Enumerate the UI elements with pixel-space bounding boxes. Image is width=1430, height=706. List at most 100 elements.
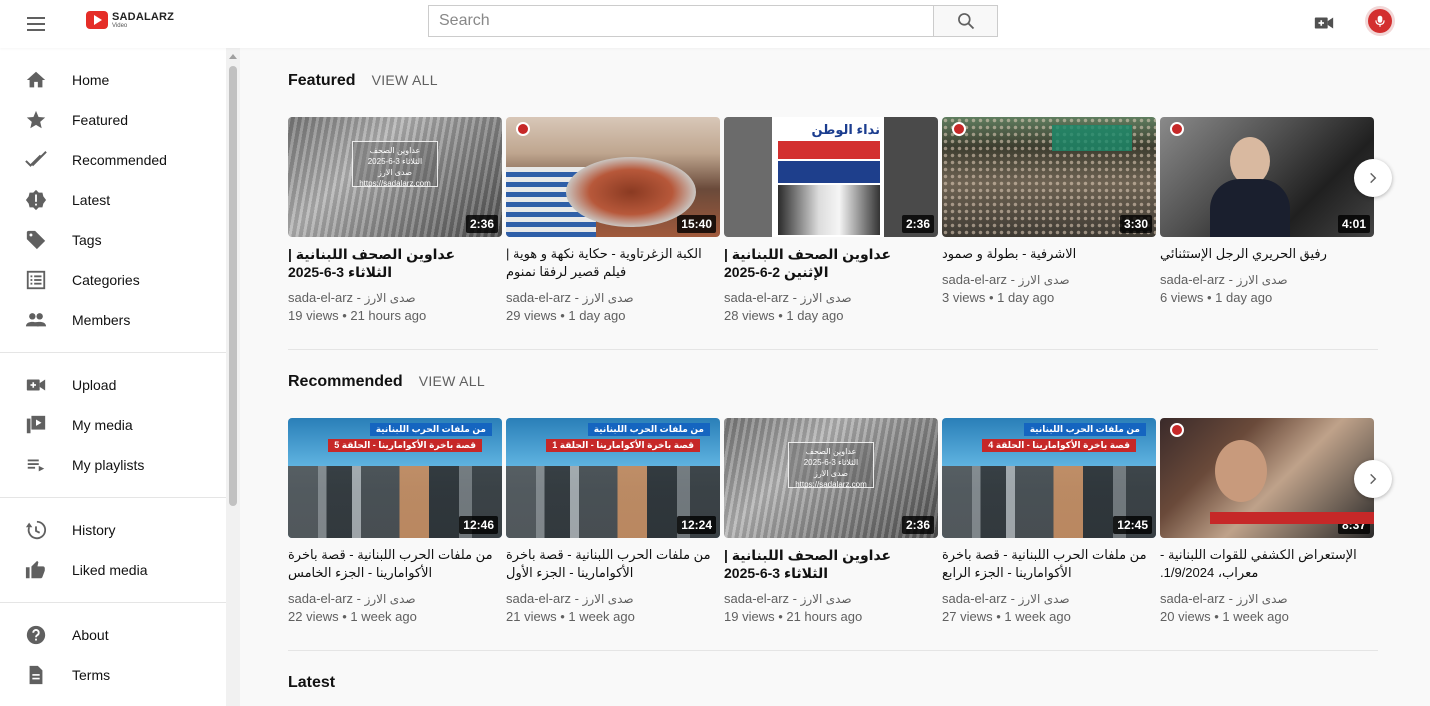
channel-name-ar: صدى الارز [1018, 592, 1070, 606]
video-card[interactable]: نداء الوطن 2:36 عداوين الصحف اللبنانية |… [724, 117, 938, 325]
channel-name[interactable]: sada-el-arz [724, 591, 789, 606]
sidebar-item-members[interactable]: Members [0, 300, 240, 340]
user-avatar[interactable] [1365, 6, 1395, 36]
sidebar-item-liked-media[interactable]: Liked media [0, 550, 240, 590]
video-thumbnail[interactable]: من ملفات الحرب اللبنانية قصة باخرة الأكو… [506, 418, 720, 538]
search-button[interactable] [933, 5, 998, 37]
scroll-thumb[interactable] [229, 66, 237, 506]
view-count: 22 views [288, 609, 339, 624]
video-card[interactable]: عداوين الصحف الثلاثاء 3-6-2025 صدى الارز… [724, 418, 938, 626]
upload-age: 21 hours ago [350, 308, 427, 323]
sidebar-item-my-media[interactable]: My media [0, 405, 240, 445]
search-input[interactable] [428, 5, 933, 37]
channel-name[interactable]: sada-el-arz [288, 290, 353, 305]
sidebar-item-categories[interactable]: Categories [0, 260, 240, 300]
channel-name[interactable]: sada-el-arz [506, 591, 571, 606]
site-logo[interactable]: SADALARZ Video [86, 11, 174, 29]
video-title[interactable]: عداوين الصحف اللبنانية | الإثنين 2-6-202… [724, 245, 938, 281]
menu-icon[interactable] [24, 12, 48, 36]
sidebar-item-tags[interactable]: Tags [0, 220, 240, 260]
channel-name[interactable]: sada-el-arz [1160, 272, 1225, 287]
video-card[interactable]: من ملفات الحرب اللبنانية قصة باخرة الأكو… [288, 418, 502, 626]
upload-age: 1 day ago [1215, 290, 1273, 305]
video-thumbnail[interactable]: 3:30 [942, 117, 1156, 237]
top-header: SADALARZ Video [0, 0, 1430, 48]
upload-age: 1 day ago [786, 308, 844, 323]
video-meta: sada-el-arz - صدى الارز 19 views • 21 ho… [724, 591, 863, 624]
sidebar-item-terms[interactable]: Terms [0, 655, 240, 695]
video-title[interactable]: عداوين الصحف اللبنانية | الثلاثاء 3-6-20… [724, 546, 938, 582]
channel-name[interactable]: sada-el-arz [724, 290, 789, 305]
video-thumbnail[interactable]: عداوين الصحف الثلاثاء 3-6-2025 صدى الارز… [724, 418, 938, 538]
video-thumbnail[interactable]: نداء الوطن 2:36 [724, 117, 938, 237]
sidebar-item-history[interactable]: History [0, 510, 240, 550]
sidebar-item-about[interactable]: About [0, 615, 240, 655]
video-duration: 2:36 [901, 215, 934, 233]
sidebar-scrollbar[interactable] [226, 48, 240, 706]
video-title[interactable]: من ملفات الحرب اللبنانية - قصة باخرة الأ… [288, 546, 502, 582]
video-duration: 2:36 [465, 215, 498, 233]
view-count: 6 views [1160, 290, 1204, 305]
channel-badge-icon [516, 122, 530, 136]
sidebar-item-label: About [72, 627, 109, 643]
video-thumbnail[interactable]: 15:40 [506, 117, 720, 237]
video-card[interactable]: 3:30 الاشرفية - بطولة و صمود sada-el-arz… [942, 117, 1156, 325]
newspaper-band [778, 161, 880, 183]
video-card[interactable]: من ملفات الحرب اللبنانية قصة باخرة الأكو… [942, 418, 1156, 626]
video-duration: 15:40 [677, 215, 716, 233]
video-title[interactable]: من ملفات الحرب اللبنانية - قصة باخرة الأ… [942, 546, 1156, 582]
sidebar-item-home[interactable]: Home [0, 60, 240, 100]
video-meta: sada-el-arz - صدى الارز 29 views • 1 day… [506, 290, 634, 323]
video-title[interactable]: الاشرفية - بطولة و صمود [942, 245, 1156, 263]
video-card[interactable]: 8:37 الإستعراض الكشفي للقوات اللبنانية -… [1160, 418, 1374, 626]
video-meta: sada-el-arz - صدى الارز 27 views • 1 wee… [942, 591, 1071, 624]
video-card[interactable]: من ملفات الحرب اللبنانية قصة باخرة الأكو… [506, 418, 720, 626]
video-duration: 2:36 [901, 516, 934, 534]
channel-name[interactable]: sada-el-arz [506, 290, 571, 305]
video-title[interactable]: من ملفات الحرب اللبنانية - قصة باخرة الأ… [506, 546, 720, 582]
video-thumbnail[interactable]: من ملفات الحرب اللبنانية قصة باخرة الأكو… [942, 418, 1156, 538]
channel-name[interactable]: sada-el-arz [942, 591, 1007, 606]
channel-name[interactable]: sada-el-arz [1160, 591, 1225, 606]
view-all-link[interactable]: VIEW ALL [419, 373, 485, 389]
video-duration: 3:30 [1119, 215, 1152, 233]
channel-name[interactable]: sada-el-arz [288, 591, 353, 606]
video-meta: sada-el-arz - صدى الارز 20 views • 1 wee… [1160, 591, 1289, 624]
sidebar-item-label: Categories [72, 272, 140, 288]
video-title[interactable]: رفيق الحريري الرجل الإستثنائي [1160, 245, 1374, 263]
section-title: Recommended [288, 373, 403, 390]
sidebar-item-my-playlists[interactable]: My playlists [0, 445, 240, 485]
video-title[interactable]: الكبة الزغرتاوية - حكاية نكهة و هوية | ف… [506, 245, 720, 281]
channel-name-ar: صدى الارز [1018, 273, 1070, 287]
view-count: 19 views [724, 609, 775, 624]
featured-next-button[interactable] [1354, 159, 1392, 197]
video-card[interactable]: 15:40 الكبة الزغرتاوية - حكاية نكهة و هو… [506, 117, 720, 325]
thumbnail-caption: من ملفات الحرب اللبنانية [587, 423, 710, 436]
video-title[interactable]: عداوين الصحف اللبنانية | الثلاثاء 3-6-20… [288, 245, 502, 281]
video-thumbnail[interactable]: عداوين الصحف الثلاثاء 3-6-2025 صدى الارز… [288, 117, 502, 237]
video-meta: sada-el-arz - صدى الارز 21 views • 1 wee… [506, 591, 635, 624]
sidebar-item-label: My playlists [72, 457, 145, 473]
sidebar-item-latest[interactable]: Latest [0, 180, 240, 220]
video-thumbnail[interactable]: من ملفات الحرب اللبنانية قصة باخرة الأكو… [288, 418, 502, 538]
recommended-next-button[interactable] [1354, 460, 1392, 498]
channel-name[interactable]: sada-el-arz [942, 272, 1007, 287]
upload-age: 1 week ago [1222, 609, 1289, 624]
sidebar-item-recommended[interactable]: Recommended [0, 140, 240, 180]
scroll-up-arrow-icon[interactable] [229, 54, 237, 59]
sidebar-item-upload[interactable]: Upload [0, 365, 240, 405]
video-thumbnail[interactable]: 8:37 [1160, 418, 1374, 538]
section-title: Featured [288, 72, 356, 89]
view-count: 19 views [288, 308, 339, 323]
section-divider [288, 650, 1378, 651]
video-thumbnail[interactable]: 4:01 [1160, 117, 1374, 237]
thumbnail-caption: قصة باخرة الأكوامارينا - الحلقة 1 [546, 439, 700, 452]
view-count: 29 views [506, 308, 557, 323]
video-title[interactable]: الإستعراض الكشفي للقوات اللبنانية - معرا… [1160, 546, 1374, 582]
video-card[interactable]: عداوين الصحف الثلاثاء 3-6-2025 صدى الارز… [288, 117, 502, 325]
video-upload-icon[interactable] [1313, 12, 1335, 34]
view-all-link[interactable]: VIEW ALL [372, 72, 438, 88]
video-card[interactable]: 4:01 رفيق الحريري الرجل الإستثنائي sada-… [1160, 117, 1374, 325]
sidebar-item-featured[interactable]: Featured [0, 100, 240, 140]
star-icon [26, 110, 46, 129]
